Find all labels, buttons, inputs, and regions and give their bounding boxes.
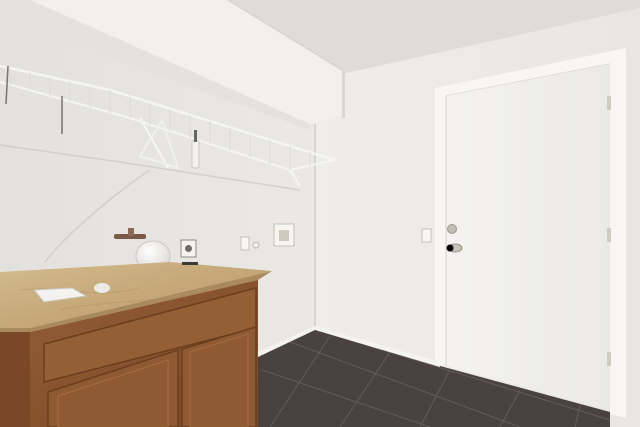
doorknob[interactable] (446, 243, 463, 253)
deadbolt[interactable] (447, 224, 457, 234)
closet-door[interactable] (445, 64, 611, 410)
wall-knob (252, 241, 260, 249)
electrical-outlet (180, 239, 197, 258)
washer-hookup-box (273, 223, 295, 247)
laundry-room-photo (0, 0, 640, 427)
